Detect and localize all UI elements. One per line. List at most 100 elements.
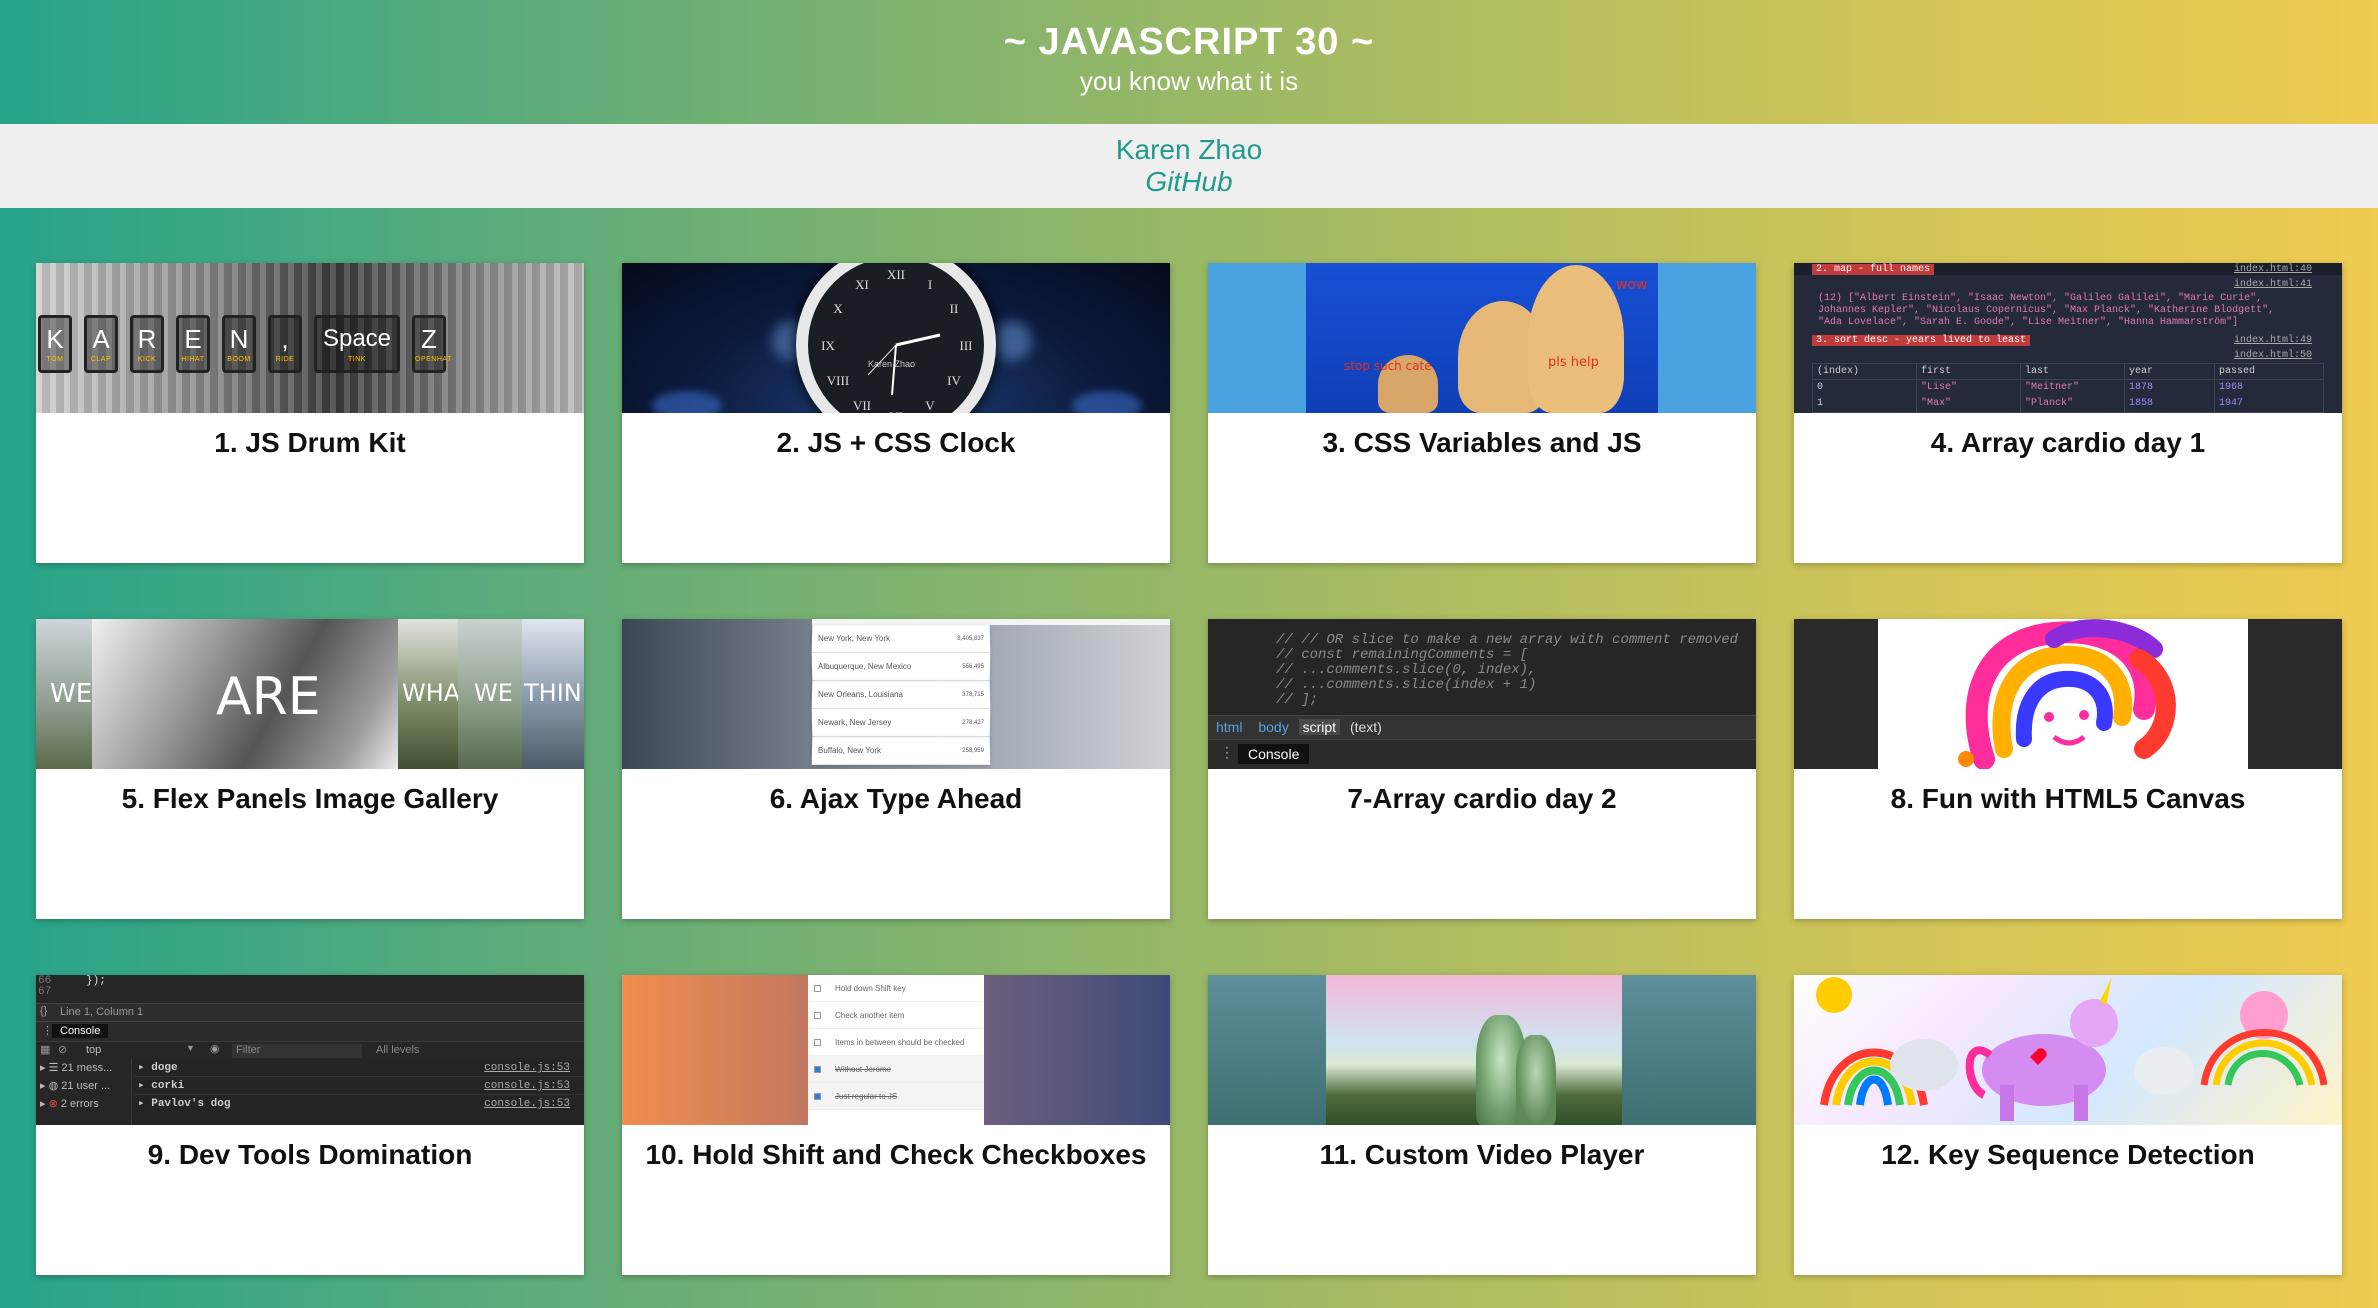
console-source-link[interactable]: index.html:41 xyxy=(2234,279,2312,290)
flex-panel: ARE xyxy=(92,619,398,769)
project-card-key-sequence[interactable]: 12. Key Sequence Detection xyxy=(1794,975,2342,1275)
thumbnail-devtools: 66 67 }); {} Line 1, Column 1 ⋮ Console … xyxy=(36,975,584,1125)
project-card-canvas[interactable]: 8. Fun with HTML5 Canvas xyxy=(1794,619,2342,919)
sidebar-toggle-icon[interactable]: ▦ xyxy=(40,1043,50,1056)
project-card-array-cardio-2[interactable]: // // OR slice to make a new array with … xyxy=(1208,619,1756,919)
console-tab[interactable]: Console xyxy=(1238,744,1310,764)
console-source-link[interactable]: index.html:40 xyxy=(2234,264,2312,275)
svg-text:IX: IX xyxy=(821,338,835,353)
thumbnail-canvas xyxy=(1794,619,2342,769)
checkbox-label: Without Jerome xyxy=(835,1064,892,1074)
project-title: 7-Array cardio day 2 xyxy=(1347,783,1617,814)
thumbnail-doge: wow stop such cate pls help xyxy=(1208,263,1756,413)
page-subtitle: you know what it is xyxy=(1079,66,1299,96)
suggestion-population: 378,715 xyxy=(962,691,985,698)
project-card-array-cardio-1[interactable]: 2. map - full names index.html:40 index.… xyxy=(1794,263,2342,563)
braces-icon[interactable]: {} xyxy=(40,1005,47,1017)
project-card-css-variables[interactable]: wow stop such cate pls help 3. CSS Varia… xyxy=(1208,263,1756,563)
checkbox-item[interactable]: Check another item xyxy=(808,1002,984,1029)
svg-text:I: I xyxy=(928,277,932,292)
drum-key-letter: E xyxy=(184,324,202,354)
console-source-link[interactable]: index.html:50 xyxy=(2234,350,2312,361)
sidebar-errors[interactable]: ▸ ⊗ 2 errors xyxy=(36,1095,131,1113)
console-array-line: "Ada Lovelace", "Sarah E. Goode", "Lise … xyxy=(1818,317,2239,328)
panel-word: ARE xyxy=(216,667,321,727)
drum-key-letter: N xyxy=(229,324,249,354)
suggestion-row[interactable]: Albuquerque, New Mexico 556,495 xyxy=(811,652,991,681)
log-source-link[interactable]: console.js:53 xyxy=(484,1095,570,1113)
checkbox-item[interactable]: Items in between should be checked xyxy=(808,1029,984,1056)
breadcrumb-item[interactable]: (text) xyxy=(1350,719,1382,735)
checkbox[interactable] xyxy=(814,1011,821,1019)
thumbnail-flex-panels: WE ARE WHAT WE THINK xyxy=(36,619,584,769)
table-cell: 1947 xyxy=(2219,398,2244,409)
drum-key-letter: Space xyxy=(322,325,392,352)
drum-key: E HIHAT xyxy=(176,315,210,373)
checkbox-label: Just regular to JS xyxy=(835,1091,898,1101)
svg-text:X: X xyxy=(833,301,843,316)
console-array-line: (12) ["Albert Einstein", "Isaac Newton",… xyxy=(1818,293,2263,304)
chevron-down-icon[interactable]: ▼ xyxy=(186,1043,195,1053)
suggestion-row[interactable]: New Orleans, Louisiana 378,715 xyxy=(811,681,991,710)
flex-panel: THINK xyxy=(522,619,584,769)
project-card-type-ahead[interactable]: New York, New York 8,405,837 Albuquerque, … xyxy=(622,619,1170,919)
suggestion-row[interactable]: New York, New York 8,405,837 xyxy=(811,625,991,654)
project-title: 2. JS + CSS Clock xyxy=(776,427,1016,458)
checkbox-checked[interactable] xyxy=(814,1065,821,1073)
levels-dropdown[interactable]: All levels xyxy=(376,1044,419,1056)
eye-icon[interactable]: ◉ xyxy=(210,1042,220,1055)
project-card-drum-kit[interactable]: K TOM A CLAP R KICK E HIHAT N BOOM, RIDE Space TINK Z… xyxy=(36,263,584,563)
breadcrumb-item[interactable]: body xyxy=(1258,719,1288,735)
drawer-bar: ⋮ Console xyxy=(1208,739,1756,769)
log-source-link[interactable]: console.js:53 xyxy=(484,1077,570,1094)
table-header: (index) xyxy=(1813,364,1917,379)
filter-input[interactable]: Filter xyxy=(232,1044,362,1058)
sidebar-user-messages[interactable]: ▸ ◍ 21 user ... xyxy=(36,1077,131,1095)
drum-key-letter: , xyxy=(281,324,289,354)
kebab-menu-icon[interactable]: ⋮ xyxy=(1220,744,1234,761)
project-card-video-player[interactable]: 11. Custom Video Player xyxy=(1208,975,1756,1275)
log-message: Pavlov's dog xyxy=(151,1098,231,1110)
thumbnail-clock: XII I II III IV V VI VII VIII IX X XI Ka… xyxy=(622,263,1170,413)
unicorn-collage xyxy=(1816,977,2328,1121)
project-card-checkboxes[interactable]: Hold down Shift key Check another item Ite… xyxy=(622,975,1170,1275)
console-source-link[interactable]: index.html:49 xyxy=(2234,335,2312,346)
checkbox-item[interactable]: Hold down Shift key xyxy=(808,975,984,1002)
checkbox-label: Hold down Shift key xyxy=(835,983,906,993)
breadcrumb-item[interactable]: script xyxy=(1298,719,1341,735)
thumbnail-type-ahead: New York, New York 8,405,837 Albuquerque, … xyxy=(622,619,1170,769)
svg-text:III: III xyxy=(960,338,973,353)
checkbox[interactable] xyxy=(814,984,821,992)
table-header: first xyxy=(1917,364,2021,379)
checkbox-item[interactable]: Just regular to JS xyxy=(808,1083,984,1110)
project-card-flex-panels[interactable]: WE ARE WHAT WE THINK 5. Flex Panels Imag… xyxy=(36,619,584,919)
project-card-clock[interactable]: XII I II III IV V VI VII VIII IX X XI Ka… xyxy=(622,263,1170,563)
panel-word: WE xyxy=(474,679,513,707)
console-group-map: 2. map - full names xyxy=(1812,264,1935,275)
log-source-link[interactable]: console.js:53 xyxy=(484,1059,570,1076)
checkbox[interactable] xyxy=(814,1038,821,1046)
cursor-status: Line 1, Column 1 xyxy=(60,1006,144,1018)
suggestion-row[interactable]: Newark, New Jersey 278,427 xyxy=(811,708,991,737)
project-card-dev-tools[interactable]: 66 67 }); {} Line 1, Column 1 ⋮ Console … xyxy=(36,975,584,1275)
console-tab[interactable]: Console xyxy=(52,1024,109,1038)
sidebar-label: 2 errors xyxy=(60,1098,99,1110)
clear-console-icon[interactable]: ⊘ xyxy=(58,1043,67,1056)
checkbox-label: Items in between should be checked xyxy=(835,1037,965,1047)
log-entry: ▸ doge console.js:53 xyxy=(134,1059,584,1077)
doge-text-wow: wow xyxy=(1616,277,1648,293)
context-selector[interactable]: top xyxy=(86,1044,101,1056)
project-title: 12. Key Sequence Detection xyxy=(1881,1139,2255,1170)
project-title: 8. Fun with HTML5 Canvas xyxy=(1890,783,2246,814)
github-link[interactable]: GitHub xyxy=(1145,166,1232,198)
log-entry: ▸ Pavlov's dog console.js:53 xyxy=(134,1095,584,1113)
checkbox-item[interactable]: Without Jerome xyxy=(808,1056,984,1083)
table-cell: 0 xyxy=(1813,380,1917,396)
svg-text:VI: VI xyxy=(889,409,903,413)
project-grid: K TOM A CLAP R KICK E HIHAT N BOOM, RIDE Space TINK Z… xyxy=(36,263,2343,1275)
breadcrumb-item[interactable]: html xyxy=(1216,719,1242,735)
suggestion-row[interactable]: Buffalo, New York 258,959 xyxy=(811,737,991,766)
sidebar-messages[interactable]: ▸ ☰ 21 mess... xyxy=(36,1059,131,1077)
log-entry: ▸ corki console.js:53 xyxy=(134,1077,584,1095)
checkbox-checked[interactable] xyxy=(814,1092,821,1100)
